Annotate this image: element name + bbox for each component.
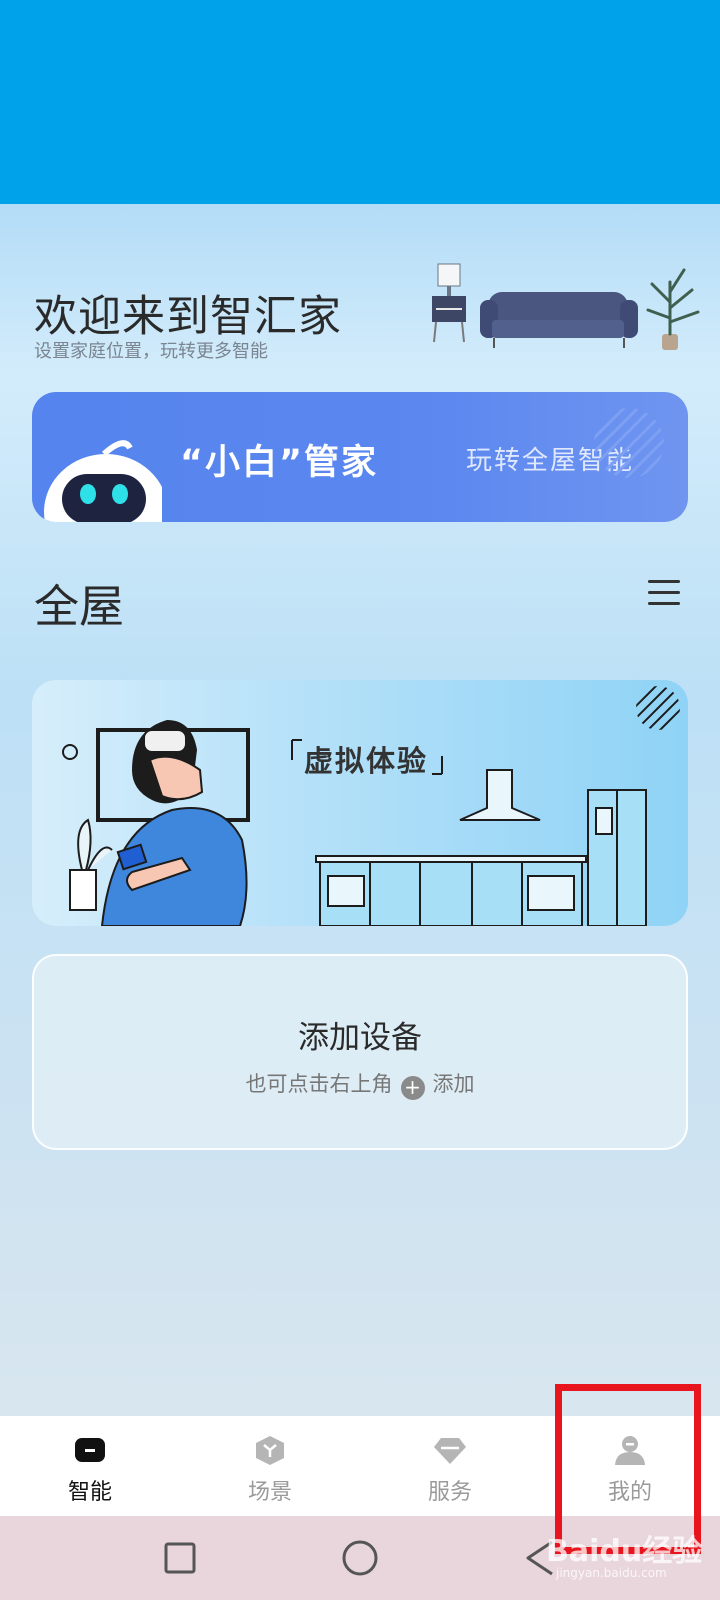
virtual-experience-card[interactable]: 虚拟体验	[32, 680, 688, 926]
watermark-url: jingyan.baidu.com	[556, 1566, 667, 1580]
plus-icon: +	[400, 1076, 425, 1100]
add-device-card[interactable]: 添加设备 也可点击右上角 + 添加	[32, 954, 688, 1150]
robot-mascot-icon	[44, 440, 162, 522]
section-title-whole-house: 全屋	[34, 580, 125, 633]
nav-label-scene: 场景	[247, 1480, 292, 1505]
home-icon[interactable]	[340, 1538, 380, 1578]
decor-stripe-circle	[594, 408, 664, 478]
virtual-experience-label: 虚拟体验	[304, 744, 429, 778]
add-device-hint-after: 添加	[432, 1072, 475, 1096]
nav-item-smart[interactable]: 智能	[0, 1416, 180, 1516]
add-device-hint: 也可点击右上角 + 添加	[34, 1068, 686, 1100]
butler-banner-title: “小白”管家	[180, 443, 379, 483]
welcome-title: 欢迎来到智汇家	[34, 292, 342, 342]
nav-item-scene[interactable]: 场景	[180, 1416, 360, 1516]
furniture-illustration	[432, 263, 700, 350]
diamond-icon	[434, 1438, 466, 1464]
add-device-hint-before: 也可点击右上角	[245, 1072, 393, 1096]
virtual-experience-illustration	[62, 686, 680, 926]
welcome-subtitle[interactable]: 设置家庭位置，玩转更多智能	[34, 337, 268, 363]
nav-label-service: 服务	[427, 1480, 472, 1505]
nav-label-smart: 智能	[67, 1480, 112, 1505]
butler-banner[interactable]: “小白”管家 玩转全屋智能	[32, 392, 688, 522]
nav-item-service[interactable]: 服务	[360, 1416, 540, 1516]
robot-icon	[75, 1438, 105, 1462]
cube-icon	[256, 1436, 284, 1465]
status-bar-area	[0, 0, 720, 204]
watermark-text: Baidu经验	[546, 1534, 703, 1569]
recent-apps-icon[interactable]	[160, 1538, 200, 1578]
menu-icon[interactable]	[648, 580, 680, 606]
add-device-title: 添加设备	[298, 1020, 422, 1056]
